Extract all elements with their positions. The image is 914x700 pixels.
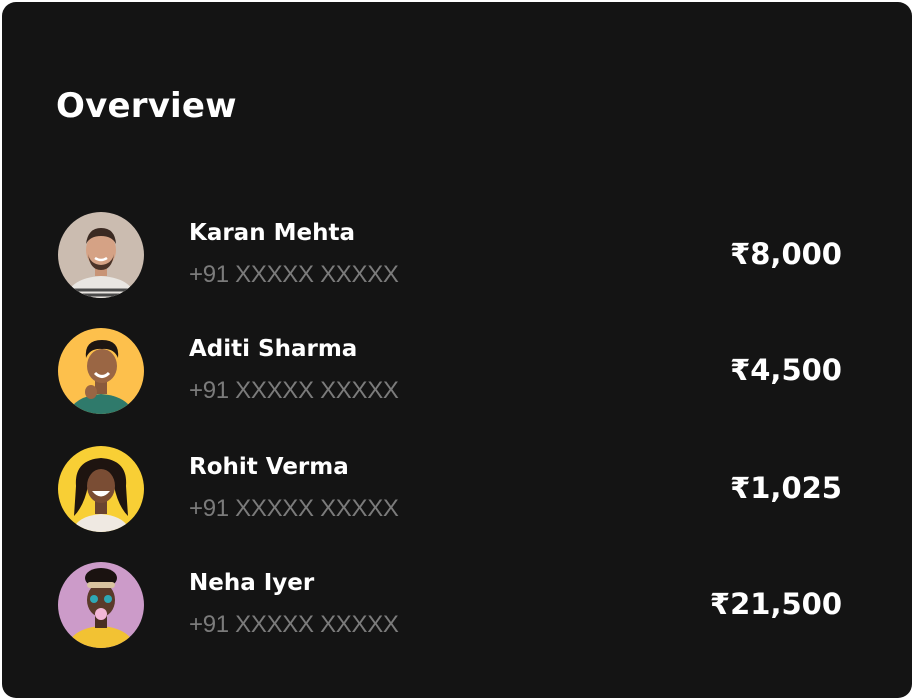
contact-row[interactable]: Neha Iyer +91 XXXXX XXXXX ₹21,500 xyxy=(2,562,912,652)
person-photo-icon xyxy=(58,446,144,532)
contact-phone: +91 XXXXX XXXXX xyxy=(189,377,399,404)
overview-title: Overview xyxy=(56,86,237,126)
avatar xyxy=(58,212,144,298)
contact-name: Karan Mehta xyxy=(189,220,355,246)
contact-row[interactable]: Rohit Verma +91 XXXXX XXXXX ₹1,025 xyxy=(2,446,912,536)
contact-amount: ₹4,500 xyxy=(730,353,842,387)
person-photo-icon xyxy=(58,562,144,648)
avatar xyxy=(58,446,144,532)
avatar xyxy=(58,328,144,414)
contact-row[interactable]: Karan Mehta +91 XXXXX XXXXX ₹8,000 xyxy=(2,212,912,302)
contact-name: Rohit Verma xyxy=(189,454,349,480)
overview-card: Overview Karan Mehta +91 XXXXX XXXXX ₹8,… xyxy=(2,2,912,698)
contact-amount: ₹8,000 xyxy=(730,237,842,271)
contact-phone: +91 XXXXX XXXXX xyxy=(189,495,399,522)
contact-name: Aditi Sharma xyxy=(189,336,358,362)
contact-amount: ₹21,500 xyxy=(709,587,842,621)
contact-phone: +91 XXXXX XXXXX xyxy=(189,611,399,638)
contact-amount: ₹1,025 xyxy=(730,471,842,505)
person-photo-icon xyxy=(58,212,144,298)
person-photo-icon xyxy=(58,328,144,414)
contact-row[interactable]: Aditi Sharma +91 XXXXX XXXXX ₹4,500 xyxy=(2,328,912,418)
contact-name: Neha Iyer xyxy=(189,570,315,596)
contact-phone: +91 XXXXX XXXXX xyxy=(189,261,399,288)
avatar xyxy=(58,562,144,648)
